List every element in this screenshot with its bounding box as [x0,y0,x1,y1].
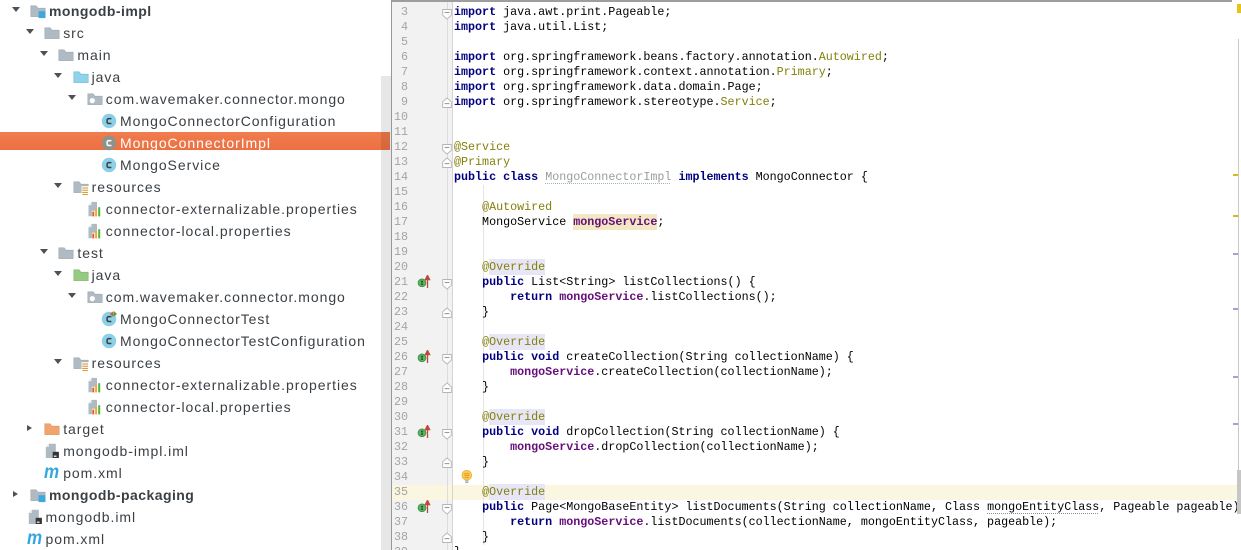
svg-text:m: m [44,465,59,481]
svg-text:m: m [27,531,42,547]
